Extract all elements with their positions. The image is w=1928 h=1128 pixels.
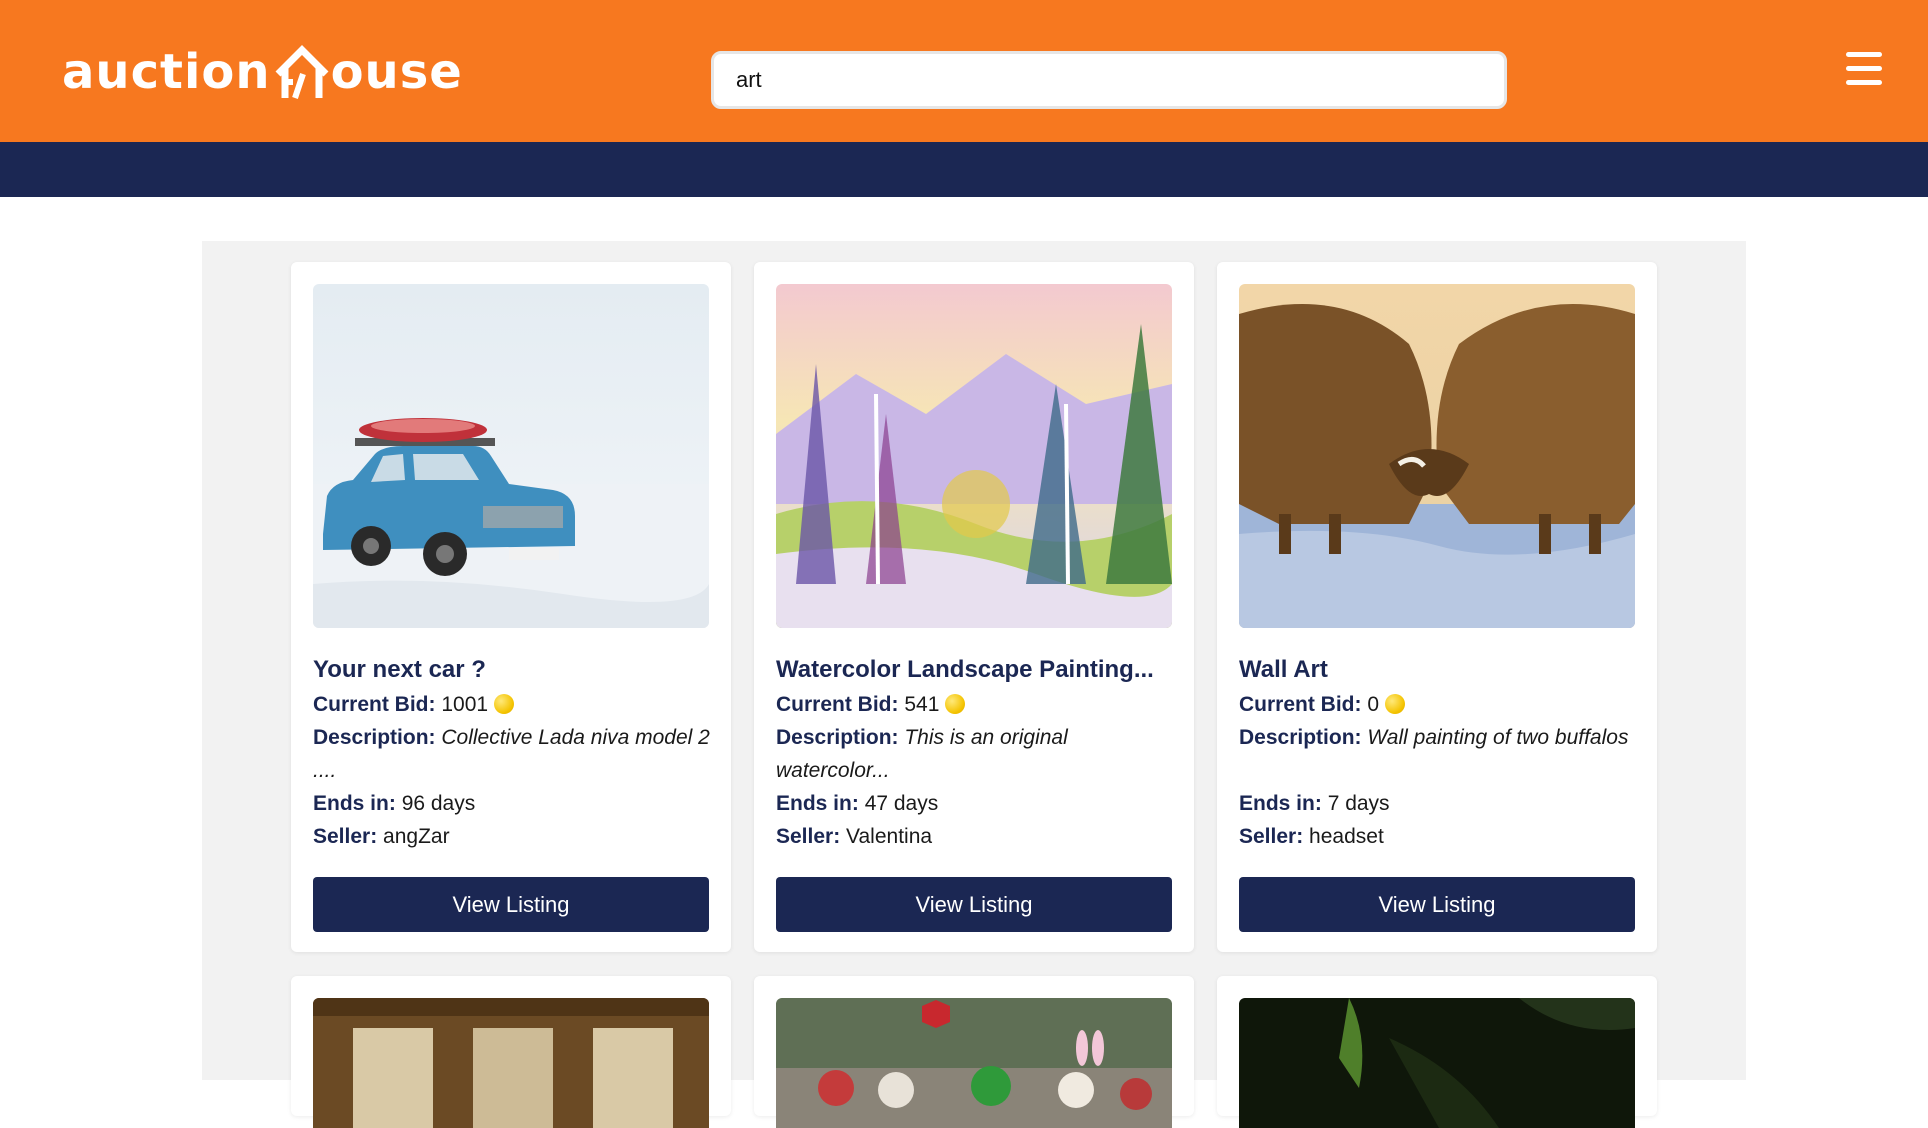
listing-image[interactable] <box>776 284 1172 628</box>
house-icon <box>275 45 329 99</box>
logo-text-left: auction <box>62 44 271 100</box>
ends-in: Ends in: 7 days <box>1239 792 1390 815</box>
seller-value: angZar <box>383 825 450 848</box>
coin-icon <box>945 694 966 714</box>
hamburger-menu-icon[interactable] <box>1846 52 1882 86</box>
listing-image[interactable] <box>1239 284 1635 628</box>
coin-icon <box>1385 694 1406 714</box>
description-value: Wall painting of two buffalos <box>1367 726 1629 749</box>
current-bid: Current Bid: 0 <box>1239 688 1639 721</box>
seller: Seller: angZar <box>313 825 450 848</box>
listing-title: Watercolor Landscape Painting... <box>776 656 1154 683</box>
coin-icon <box>494 694 515 714</box>
listing-image[interactable] <box>313 998 709 1128</box>
listing-image[interactable] <box>313 284 709 628</box>
top-bar: auction ouse <box>0 0 1928 142</box>
listing-title: Wall Art <box>1239 656 1328 683</box>
listing-card: Wall Art Current Bid: 0 Description: Wal… <box>1217 262 1657 952</box>
current-bid: Current Bid: 1001 <box>313 688 713 721</box>
listing-card: Your next car ? Current Bid: 1001 Descri… <box>291 262 731 952</box>
nav-strip <box>0 142 1928 197</box>
description: Description: This is an original waterco… <box>776 726 1068 782</box>
ends-in-value: 47 days <box>864 792 939 815</box>
description: Description: Wall painting of two buffal… <box>1239 726 1629 749</box>
listing-card-partial <box>291 976 731 1128</box>
seller: Seller: headset <box>1239 825 1384 848</box>
view-listing-button[interactable]: View Listing <box>1239 877 1635 932</box>
listings-panel: Your next car ? Current Bid: 1001 Descri… <box>202 241 1746 1128</box>
listing-card: Watercolor Landscape Painting... Current… <box>754 262 1194 952</box>
ends-in: Ends in: 47 days <box>776 792 939 815</box>
auction-house-logo[interactable]: auction ouse <box>62 44 463 100</box>
ends-in: Ends in: 96 days <box>313 792 476 815</box>
listing-card-partial <box>1217 976 1657 1128</box>
bid-value: 0 <box>1367 693 1380 716</box>
ends-in-value: 7 days <box>1327 792 1390 815</box>
search-input[interactable] <box>711 51 1507 109</box>
listing-card-partial <box>754 976 1194 1128</box>
logo-text-right: ouse <box>330 44 463 100</box>
listing-image[interactable] <box>1239 998 1635 1128</box>
description: Description: Collective Lada niva model … <box>313 726 710 782</box>
seller-value: Valentina <box>846 825 933 848</box>
listing-title: Your next car ? <box>313 656 486 683</box>
seller-value: headset <box>1309 825 1384 848</box>
bid-value: 1001 <box>441 693 489 716</box>
current-bid: Current Bid: 541 <box>776 688 1176 721</box>
view-listing-button[interactable]: View Listing <box>776 877 1172 932</box>
seller: Seller: Valentina <box>776 825 933 848</box>
ends-in-value: 96 days <box>401 792 476 815</box>
bid-value: 541 <box>904 693 940 716</box>
view-listing-button[interactable]: View Listing <box>313 877 709 932</box>
listing-image[interactable] <box>776 998 1172 1128</box>
